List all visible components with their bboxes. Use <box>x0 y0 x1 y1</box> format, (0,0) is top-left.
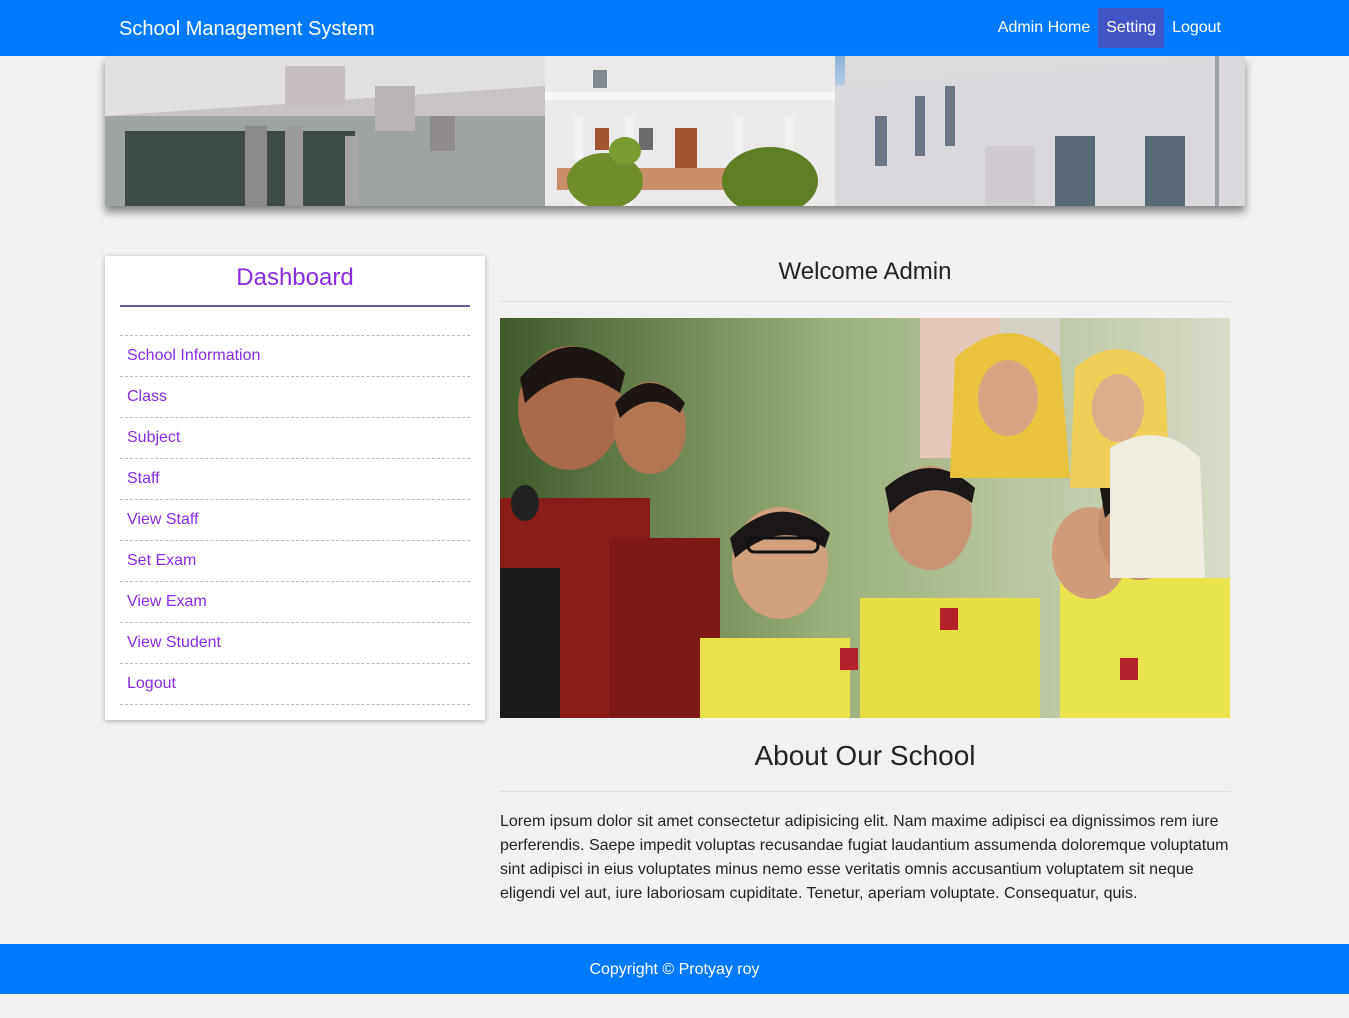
school-banner-image <box>105 56 1245 206</box>
navbar: School Management System Admin Home Sett… <box>0 0 1349 56</box>
nav-links: Admin Home Setting Logout <box>990 8 1229 48</box>
sidebar-item-logout[interactable]: Logout <box>120 664 470 705</box>
sidebar-item-staff[interactable]: Staff <box>120 459 470 500</box>
about-heading: About Our School <box>500 740 1230 792</box>
brand-link[interactable]: School Management System <box>119 16 375 42</box>
sidebar-item-class[interactable]: Class <box>120 377 470 418</box>
sidebar-item-set-exam[interactable]: Set Exam <box>120 541 470 582</box>
sidebar-item-school-information[interactable]: School Information <box>120 336 470 377</box>
main-content: Welcome Admin About Our School Lorem ips… <box>500 256 1230 906</box>
sidebar-title: Dashboard <box>120 256 470 307</box>
sidebar-menu: School Information Class Subject Staff V… <box>120 335 470 705</box>
students-photo <box>500 318 1230 718</box>
sidebar-item-view-staff[interactable]: View Staff <box>120 500 470 541</box>
dashboard-sidebar: Dashboard School Information Class Subje… <box>105 256 485 720</box>
nav-setting-link[interactable]: Setting <box>1098 8 1165 48</box>
footer: Copyright © Protyay roy <box>0 944 1349 994</box>
nav-logout-link[interactable]: Logout <box>1164 8 1229 48</box>
copyright-text: Copyright © Protyay roy <box>589 961 760 978</box>
sidebar-item-view-student[interactable]: View Student <box>120 623 470 664</box>
sidebar-item-view-exam[interactable]: View Exam <box>120 582 470 623</box>
welcome-heading: Welcome Admin <box>500 256 1230 302</box>
about-paragraph: Lorem ipsum dolor sit amet consectetur a… <box>500 813 1229 902</box>
nav-admin-home-link[interactable]: Admin Home <box>990 8 1098 48</box>
sidebar-item-subject[interactable]: Subject <box>120 418 470 459</box>
